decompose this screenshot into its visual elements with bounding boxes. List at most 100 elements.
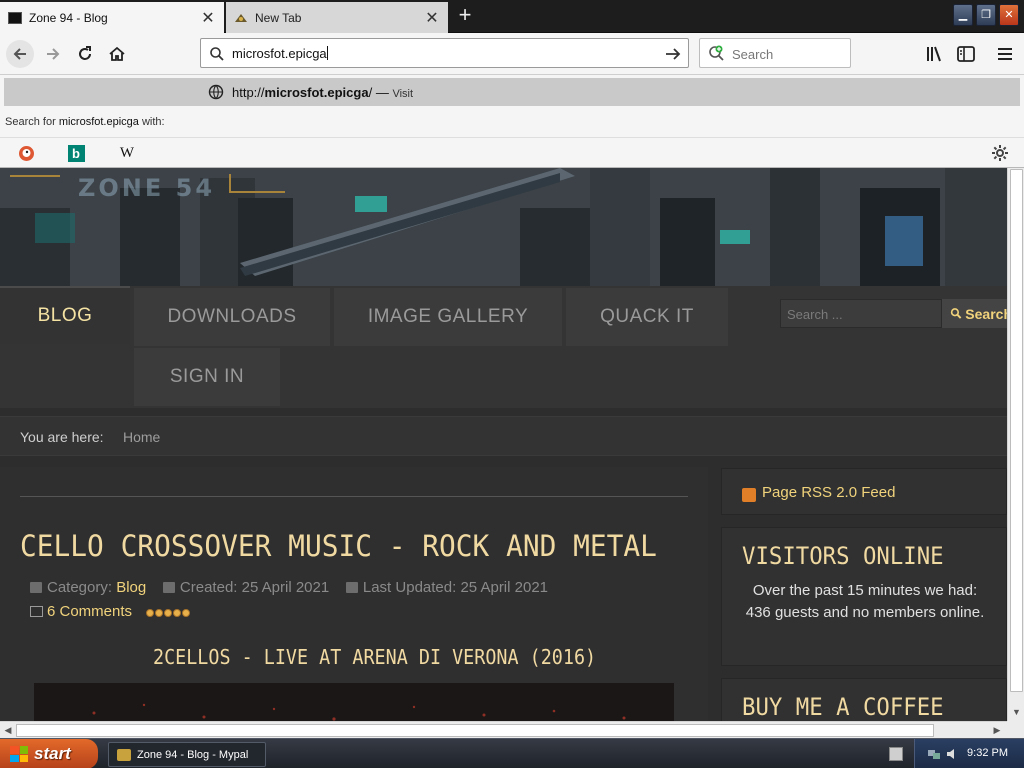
calendar-icon bbox=[345, 582, 358, 593]
created-date: Created: 25 April 2021 bbox=[179, 579, 330, 596]
back-arrow-icon bbox=[13, 48, 26, 60]
search-icon bbox=[210, 47, 224, 61]
search-icon bbox=[950, 308, 962, 319]
article-title[interactable]: CELLO CROSSOVER MUSIC - ROCK AND METAL bbox=[20, 529, 657, 563]
newtab-favicon-icon bbox=[234, 12, 248, 24]
close-tab-icon[interactable]: ✕ bbox=[424, 8, 440, 28]
url-input[interactable]: microsfot.epicga bbox=[232, 46, 328, 61]
url-bar[interactable]: microsfot.epicga bbox=[200, 38, 689, 68]
zone94-favicon-icon bbox=[8, 11, 22, 24]
tab-title: New Tab bbox=[255, 10, 302, 25]
horizontal-scrollbar[interactable]: ◀ ▶ bbox=[0, 721, 1007, 738]
taskbar-item-browser[interactable]: Zone 94 - Blog - Mypal bbox=[108, 742, 266, 767]
video-title: 2CELLOS - LIVE AT ARENA DI VERONA (2016) bbox=[153, 645, 597, 669]
category-link[interactable]: Blog bbox=[116, 579, 146, 596]
calendar-icon bbox=[162, 582, 175, 593]
article-meta: Category: Blog Created: 25 April 2021 La… bbox=[30, 579, 548, 596]
start-button[interactable]: start bbox=[0, 739, 98, 768]
volume-icon[interactable] bbox=[945, 747, 959, 761]
suggestion-url: http://microsfot.epicga/ — Visit bbox=[232, 85, 414, 100]
close-window-button[interactable]: ✕ bbox=[999, 4, 1019, 26]
breadcrumb: You are here: Home bbox=[0, 416, 1007, 456]
breadcrumb-home: Home bbox=[123, 429, 161, 445]
folder-icon bbox=[30, 582, 42, 593]
site-logo[interactable]: ZONE 54 bbox=[78, 174, 215, 202]
divider bbox=[20, 496, 688, 497]
search-placeholder: Search bbox=[732, 47, 774, 62]
search-settings-gear-icon[interactable] bbox=[990, 143, 1010, 163]
new-tab-button[interactable]: + bbox=[452, 3, 478, 29]
screen: Zone 94 - Blog ✕ New Tab ✕ + ▁ ❐ ✕ micro… bbox=[0, 0, 1024, 768]
close-tab-icon[interactable]: ✕ bbox=[200, 8, 216, 28]
site-search-input[interactable]: Search ... bbox=[780, 299, 942, 328]
wikipedia-icon[interactable]: W bbox=[114, 142, 140, 164]
site-search-button[interactable]: Search bbox=[942, 299, 1007, 328]
keyboard-icon[interactable] bbox=[889, 747, 903, 761]
rating-stars[interactable] bbox=[146, 604, 191, 621]
restore-button[interactable]: ❐ bbox=[976, 4, 996, 26]
bing-icon[interactable]: b bbox=[63, 142, 89, 164]
minimize-button[interactable]: ▁ bbox=[953, 4, 973, 26]
horizontal-scroll-thumb[interactable] bbox=[16, 724, 934, 737]
article: CELLO CROSSOVER MUSIC - ROCK AND METAL C… bbox=[0, 467, 708, 721]
one-off-search-engines: b W bbox=[0, 137, 1024, 167]
url-suggestions-popup: http://microsfot.epicga/ — Visit Search … bbox=[0, 75, 1024, 168]
network-icon[interactable] bbox=[927, 747, 941, 761]
visitors-title: VISITORS ONLINE bbox=[742, 542, 944, 570]
text-caret bbox=[326, 46, 328, 60]
taskbar: start Zone 94 - Blog - Mypal 9:32 PM bbox=[0, 738, 1024, 768]
scroll-left-arrow-icon[interactable]: ◀ bbox=[1, 724, 15, 737]
search-engine-add-icon[interactable] bbox=[708, 45, 725, 62]
rss-link[interactable]: Page RSS 2.0 Feed bbox=[762, 484, 895, 501]
tab-bar: Zone 94 - Blog ✕ New Tab ✕ + ▁ ❐ ✕ bbox=[0, 0, 1024, 33]
home-button[interactable] bbox=[103, 40, 131, 68]
coffee-widget: BUY ME A COFFEE bbox=[721, 678, 1007, 721]
tab-title: Zone 94 - Blog bbox=[29, 10, 108, 25]
search-box[interactable]: Search bbox=[699, 38, 851, 68]
sidebar-icon[interactable] bbox=[955, 43, 977, 65]
vertical-scroll-thumb[interactable] bbox=[1010, 169, 1023, 692]
comments-link[interactable]: 6 Comments bbox=[47, 603, 132, 620]
reload-button[interactable] bbox=[71, 40, 99, 68]
system-tray: 9:32 PM bbox=[889, 739, 1024, 768]
web-page: ZONE 54 BLOG DOWNLOADS IMAGE GALLERY QUA… bbox=[0, 168, 1007, 721]
navigation-toolbar: microsfot.epicga Search bbox=[0, 33, 1024, 75]
search-with-label: Search for microsfot.epicga with: bbox=[5, 116, 165, 128]
menu-item-quack-it[interactable]: QUACK IT bbox=[566, 288, 728, 346]
windows-flag-icon bbox=[10, 746, 28, 762]
updated-date: Last Updated: 25 April 2021 bbox=[362, 579, 549, 596]
vertical-scrollbar[interactable]: ▼ bbox=[1007, 168, 1024, 721]
back-button[interactable] bbox=[6, 40, 34, 68]
rss-icon bbox=[742, 488, 756, 502]
rss-widget: Page RSS 2.0 Feed bbox=[721, 468, 1007, 515]
scroll-right-arrow-icon[interactable]: ▶ bbox=[990, 724, 1004, 737]
reload-icon bbox=[79, 46, 91, 60]
scroll-down-arrow-icon[interactable]: ▼ bbox=[1010, 705, 1023, 719]
menu-item-image-gallery[interactable]: IMAGE GALLERY bbox=[334, 288, 562, 346]
library-icon[interactable] bbox=[924, 43, 946, 65]
visitors-text: Over the past 15 minutes we had: 436 gue… bbox=[745, 582, 985, 621]
duckduckgo-icon[interactable] bbox=[13, 142, 39, 164]
go-arrow-icon[interactable] bbox=[664, 46, 682, 62]
menu-item-downloads[interactable]: DOWNLOADS bbox=[134, 288, 330, 346]
tab-zone94-blog[interactable]: Zone 94 - Blog ✕ bbox=[0, 2, 224, 33]
globe-icon bbox=[208, 84, 224, 100]
coffee-title: BUY ME A COFFEE bbox=[742, 693, 944, 721]
visitors-widget: VISITORS ONLINE Over the past 15 minutes… bbox=[721, 527, 1007, 666]
menu-hamburger-icon[interactable] bbox=[994, 43, 1016, 65]
browser-app-icon bbox=[117, 748, 131, 761]
article-meta-comments: 6 Comments bbox=[30, 603, 191, 621]
forward-arrow-icon bbox=[47, 48, 60, 60]
menu-item-sign-in[interactable]: SIGN IN bbox=[134, 348, 280, 406]
site-banner: ZONE 54 bbox=[0, 168, 1007, 286]
scrollbar-corner bbox=[1007, 721, 1024, 738]
comment-icon bbox=[30, 606, 43, 617]
clock[interactable]: 9:32 PM bbox=[967, 747, 1008, 759]
home-icon bbox=[109, 46, 125, 61]
menu-item-blog[interactable]: BLOG bbox=[0, 286, 130, 344]
site-main-menu: BLOG DOWNLOADS IMAGE GALLERY QUACK IT SI… bbox=[0, 286, 1007, 408]
embedded-video[interactable] bbox=[34, 683, 674, 721]
forward-button[interactable] bbox=[39, 40, 67, 68]
tab-new-tab[interactable]: New Tab ✕ bbox=[226, 2, 448, 33]
suggestion-row[interactable]: http://microsfot.epicga/ — Visit bbox=[4, 78, 1020, 106]
